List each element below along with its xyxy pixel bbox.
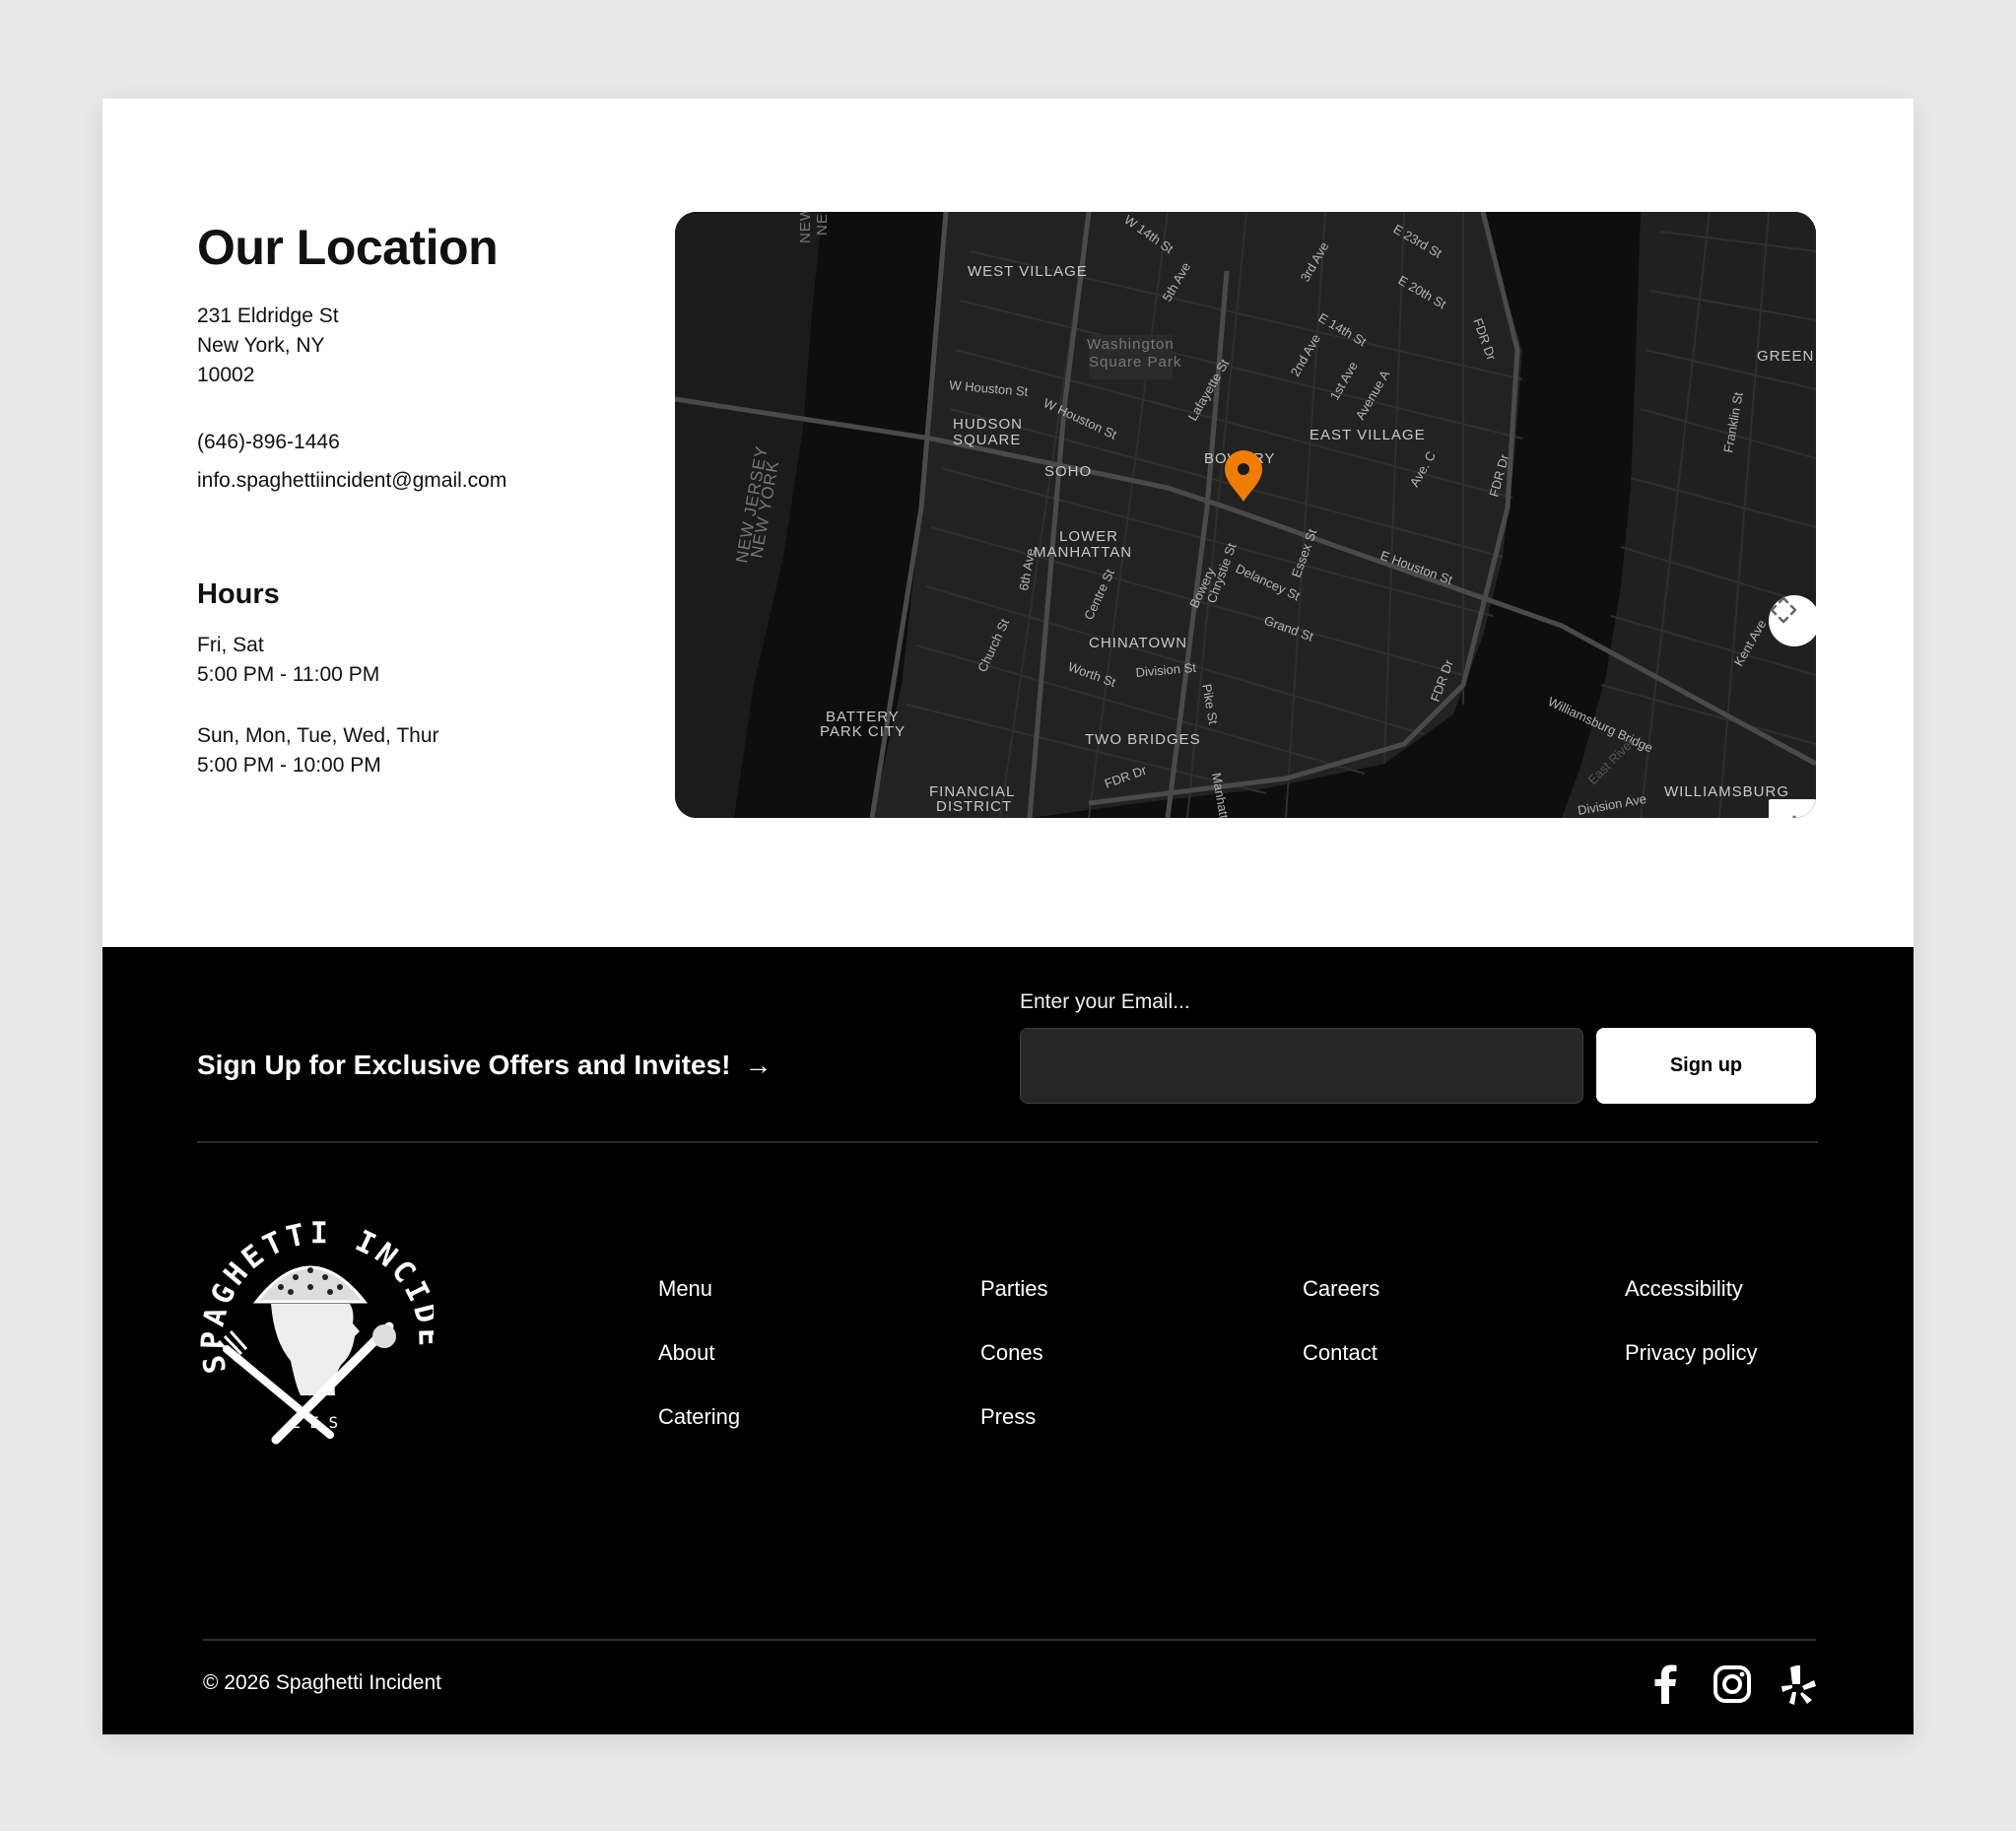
footer-link-menu[interactable]: Menu — [658, 1274, 740, 1304]
arrow-right-icon: → — [744, 1050, 773, 1080]
map-fullscreen-button[interactable] — [1769, 595, 1816, 646]
logo-graphic: SPAGHETTI INCIDENT L E S — [186, 1167, 442, 1445]
footer-link-press[interactable]: Press — [980, 1402, 1047, 1432]
expand-icon — [1770, 596, 1797, 624]
email-input[interactable] — [1020, 1028, 1583, 1104]
footer-links-col-1: Menu About Catering — [658, 1274, 740, 1466]
social-links — [1645, 1663, 1820, 1705]
map-label: DISTRICT — [936, 798, 1012, 815]
footer-link-cones[interactable]: Cones — [980, 1338, 1047, 1368]
map-label: TWO BRIDGES — [1085, 731, 1201, 748]
signup-promo-text: Sign Up for Exclusive Offers and Invites… — [197, 1050, 731, 1080]
page: Our Location 231 Eldridge St New York, N… — [102, 99, 1914, 1734]
map-canvas[interactable]: WEST VILLAGE Washington Square Park HUDS… — [675, 212, 1816, 818]
yelp-icon[interactable] — [1779, 1663, 1820, 1705]
footer-link-catering[interactable]: Catering — [658, 1402, 740, 1432]
instagram-icon[interactable] — [1712, 1663, 1753, 1705]
location-title: Our Location — [197, 220, 499, 275]
footer-bottom-divider — [203, 1639, 1816, 1641]
phone-number[interactable]: (646)-896-1446 — [197, 428, 611, 457]
map-zoom-control: + − — [1769, 799, 1816, 818]
map-label: Washington — [1087, 336, 1175, 353]
footer-link-parties[interactable]: Parties — [980, 1274, 1047, 1304]
footer: Sign Up for Exclusive Offers and Invites… — [102, 947, 1914, 1734]
copyright: © 2026 Spaghetti Incident — [203, 1671, 441, 1694]
footer-link-contact[interactable]: Contact — [1303, 1338, 1379, 1368]
spaghetti-incident-logo[interactable]: SPAGHETTI INCIDENT L E S — [186, 1167, 442, 1459]
address-city: New York, NY — [197, 334, 325, 357]
map-label: HUDSON — [953, 416, 1023, 433]
map-label: NEW — [797, 212, 814, 243]
map-label: Square Park — [1089, 354, 1181, 371]
hours-block: Fri, Sat 5:00 PM - 11:00 PM — [197, 631, 611, 690]
zoom-in-button[interactable]: + — [1769, 800, 1816, 819]
map-label: WEST VILLAGE — [968, 263, 1088, 280]
map-label: SQUARE — [953, 432, 1021, 448]
footer-link-privacy-policy[interactable]: Privacy policy — [1625, 1338, 1757, 1368]
signup-promo[interactable]: Sign Up for Exclusive Offers and Invites… — [197, 1050, 772, 1081]
map-label: LOWER — [1059, 528, 1118, 545]
footer-link-careers[interactable]: Careers — [1303, 1274, 1379, 1304]
footer-divider — [197, 1141, 1818, 1143]
map-label: PARK CITY — [820, 723, 906, 740]
hours-title: Hours — [197, 578, 280, 610]
hours-days: Fri, Sat — [197, 634, 264, 656]
hours-block: Sun, Mon, Tue, Wed, Thur 5:00 PM - 10:00… — [197, 721, 611, 780]
footer-links-col-4: Accessibility Privacy policy — [1625, 1274, 1757, 1402]
map-label: WILLIAMSBURG — [1664, 783, 1789, 800]
address-zip: 10002 — [197, 364, 255, 386]
footer-links-col-3: Careers Contact — [1303, 1274, 1379, 1402]
footer-links-col-2: Parties Cones Press — [980, 1274, 1047, 1466]
signup-button[interactable]: Sign up — [1596, 1028, 1816, 1104]
address: 231 Eldridge St New York, NY 10002 — [197, 302, 611, 390]
map-label: NE — [814, 213, 831, 236]
hours-time: 5:00 PM - 11:00 PM — [197, 663, 380, 686]
footer-link-accessibility[interactable]: Accessibility — [1625, 1274, 1757, 1304]
map-label: CHINATOWN — [1089, 635, 1187, 651]
map-label: EAST VILLAGE — [1310, 427, 1426, 443]
footer-link-about[interactable]: About — [658, 1338, 740, 1368]
map-label: GREEN — [1757, 348, 1814, 365]
map-label: MANHATTAN — [1034, 544, 1132, 561]
hours-days: Sun, Mon, Tue, Wed, Thur — [197, 724, 439, 747]
address-street: 231 Eldridge St — [197, 305, 339, 327]
email-address[interactable]: info.spaghettiincident@gmail.com — [197, 466, 611, 496]
facebook-icon[interactable] — [1645, 1663, 1686, 1705]
hours-time: 5:00 PM - 10:00 PM — [197, 754, 381, 777]
logo-letters: L E S — [291, 1413, 338, 1432]
map-label: SOHO — [1044, 463, 1092, 480]
location-map[interactable]: WEST VILLAGE Washington Square Park HUDS… — [675, 212, 1816, 818]
location-info: Our Location 231 Eldridge St New York, N… — [197, 223, 611, 780]
email-label: Enter your Email... — [1020, 990, 1190, 1013]
